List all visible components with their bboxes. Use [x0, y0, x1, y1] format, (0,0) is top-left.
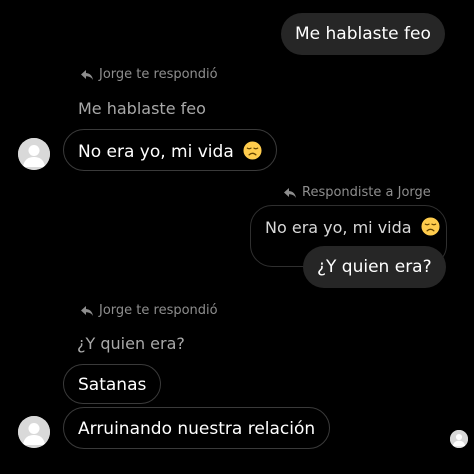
received-message-bubble[interactable]: Satanas	[63, 364, 162, 404]
message-text: Me hablaste feo	[295, 24, 431, 44]
seen-avatar	[450, 430, 468, 448]
reply-label-text: Jorge te respondió	[99, 67, 218, 82]
quoted-message-text: No era yo, mi vida	[265, 218, 412, 237]
reply-arrow-icon	[81, 70, 93, 80]
reply-arrow-icon	[284, 188, 296, 198]
disappointed-face-emoji	[421, 217, 440, 236]
disappointed-face-emoji	[243, 141, 262, 160]
quoted-message-text: ¿Y quien era?	[77, 334, 185, 353]
reply-label-text: Respondiste a Jorge	[302, 185, 431, 200]
message-text: Arruinando nuestra relación	[78, 419, 316, 439]
message-text: No era yo, mi vida	[78, 142, 234, 162]
quoted-message-text: Me hablaste feo	[78, 99, 206, 118]
quoted-message[interactable]: ¿Y quien era?	[77, 334, 185, 354]
sent-message-bubble[interactable]: ¿Y quien era?	[303, 246, 446, 288]
avatar[interactable]	[18, 416, 50, 448]
default-avatar-icon	[18, 138, 50, 170]
avatar[interactable]	[18, 138, 50, 170]
reply-context-label: Respondiste a Jorge	[283, 185, 431, 201]
received-message-bubble[interactable]: Arruinando nuestra relación	[63, 407, 331, 449]
quoted-message[interactable]: Me hablaste feo	[78, 99, 206, 119]
default-avatar-icon	[450, 430, 468, 448]
message-text: Satanas	[78, 375, 147, 395]
reply-label-text: Jorge te respondió	[99, 303, 218, 318]
sent-message-bubble[interactable]: Me hablaste feo	[281, 13, 445, 55]
reply-context-label: Jorge te respondió	[80, 303, 218, 319]
reply-arrow-icon	[81, 306, 93, 316]
received-message-bubble[interactable]: No era yo, mi vida	[63, 129, 278, 171]
default-avatar-icon	[18, 416, 50, 448]
reply-context-label: Jorge te respondió	[80, 67, 218, 83]
message-text: ¿Y quien era?	[317, 257, 432, 277]
